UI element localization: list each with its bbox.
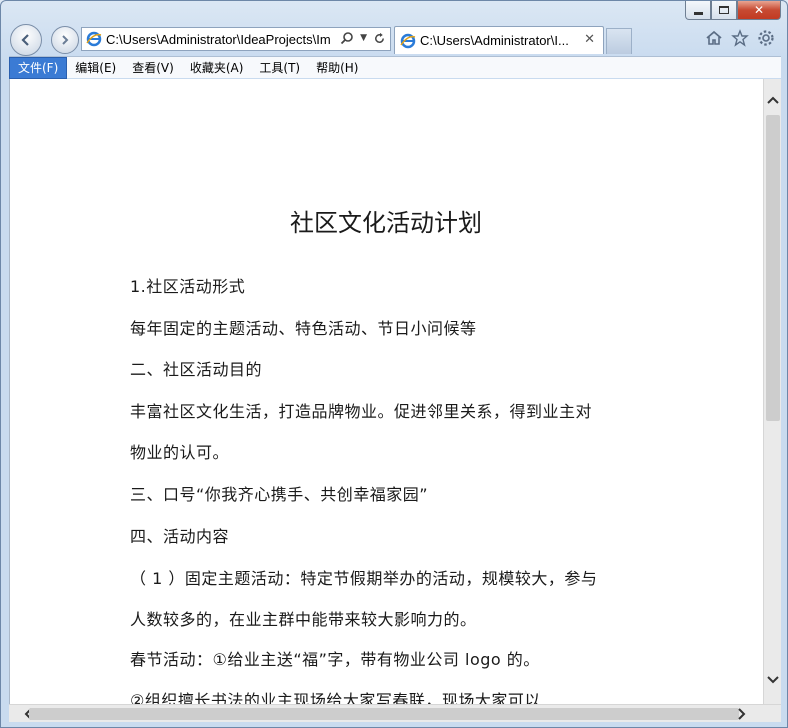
tab-close-icon[interactable]: ✕ xyxy=(584,32,595,47)
doc-line: 1.社区活动形式 xyxy=(130,277,246,296)
doc-line: 物业的认可。 xyxy=(130,443,230,462)
doc-line: 丰富社区文化生活，打造品牌物业。促进邻里关系，得到业主对 xyxy=(130,402,593,421)
refresh-icon[interactable] xyxy=(373,32,386,45)
doc-line: 二、社区活动目的 xyxy=(130,360,263,379)
close-icon: ✕ xyxy=(753,3,765,17)
doc-line: 每年固定的主题活动、特色活动、节日小问候等 xyxy=(130,319,477,338)
document-title: 社区文化活动计划 xyxy=(290,209,482,237)
dropdown-icon[interactable]: ▼ xyxy=(360,33,367,43)
back-button[interactable] xyxy=(10,24,42,56)
vertical-scroll-thumb[interactable] xyxy=(766,115,780,421)
horizontal-scrollbar[interactable] xyxy=(9,704,781,722)
forward-button[interactable] xyxy=(51,26,79,54)
doc-line: 春节活动：①给业主送“福”字，带有物业公司 logo 的。 xyxy=(130,650,540,669)
maximize-button[interactable] xyxy=(711,1,737,20)
ie-tab-icon xyxy=(400,33,416,48)
doc-line: 四、活动内容 xyxy=(130,527,230,546)
doc-line: 三、口号“你我齐心携手、共创幸福家园” xyxy=(130,485,429,504)
doc-line: （ 1 ）固定主题活动：特定节假期举办的活动，规模较大，参与 xyxy=(130,569,598,588)
doc-line: ②组织擅长书法的业主现场给大家写春联，现场大家可以 xyxy=(130,691,541,704)
scroll-right-icon[interactable] xyxy=(733,705,751,723)
menu-view[interactable]: 查看(V) xyxy=(124,57,182,79)
star-icon[interactable] xyxy=(731,29,749,47)
home-icon[interactable] xyxy=(705,29,723,47)
navigation-bar: C:\Users\Administrator\IdeaProjects\Im ▼… xyxy=(9,24,781,56)
ie-page-icon xyxy=(86,31,102,47)
menu-favorites[interactable]: 收藏夹(A) xyxy=(182,57,252,79)
menu-edit[interactable]: 编辑(E) xyxy=(67,57,124,79)
menu-file[interactable]: 文件(F) xyxy=(9,56,68,79)
forward-arrow-icon xyxy=(62,35,69,45)
page-content: 社区文化活动计划 1.社区活动形式 每年固定的主题活动、特色活动、节日小问候等 … xyxy=(9,79,763,704)
menu-tools[interactable]: 工具(T) xyxy=(251,57,308,79)
toolbar-icons xyxy=(705,29,775,47)
browser-window: ✕ C:\Users\Administrator\IdeaProjects\Im… xyxy=(0,0,788,728)
back-arrow-icon xyxy=(21,34,29,46)
address-bar[interactable]: C:\Users\Administrator\IdeaProjects\Im ▼ xyxy=(81,27,391,51)
minimize-button[interactable] xyxy=(685,1,711,20)
minimize-icon xyxy=(693,11,703,15)
address-text[interactable]: C:\Users\Administrator\IdeaProjects\Im xyxy=(106,32,338,47)
tab-title: C:\Users\Administrator\I... xyxy=(420,33,569,48)
gear-icon[interactable] xyxy=(757,29,775,47)
tab-active[interactable]: C:\Users\Administrator\I... ✕ xyxy=(394,26,604,54)
menu-help[interactable]: 帮助(H) xyxy=(308,57,366,79)
scroll-down-icon[interactable] xyxy=(764,671,782,689)
vertical-scrollbar[interactable] xyxy=(763,79,781,704)
horizontal-scroll-thumb[interactable] xyxy=(29,708,739,720)
maximize-icon xyxy=(719,6,729,14)
address-controls: ▼ xyxy=(340,31,386,45)
menu-bar: 文件(F) 编辑(E) 查看(V) 收藏夹(A) 工具(T) 帮助(H) xyxy=(9,56,781,79)
close-window-button[interactable]: ✕ xyxy=(737,1,781,20)
doc-line: 人数较多的，在业主群中能带来较大影响力的。 xyxy=(130,610,477,629)
scroll-up-icon[interactable] xyxy=(764,91,782,109)
new-tab-button[interactable] xyxy=(606,28,632,54)
window-caption-buttons: ✕ xyxy=(685,1,781,20)
search-icon[interactable] xyxy=(340,31,354,45)
